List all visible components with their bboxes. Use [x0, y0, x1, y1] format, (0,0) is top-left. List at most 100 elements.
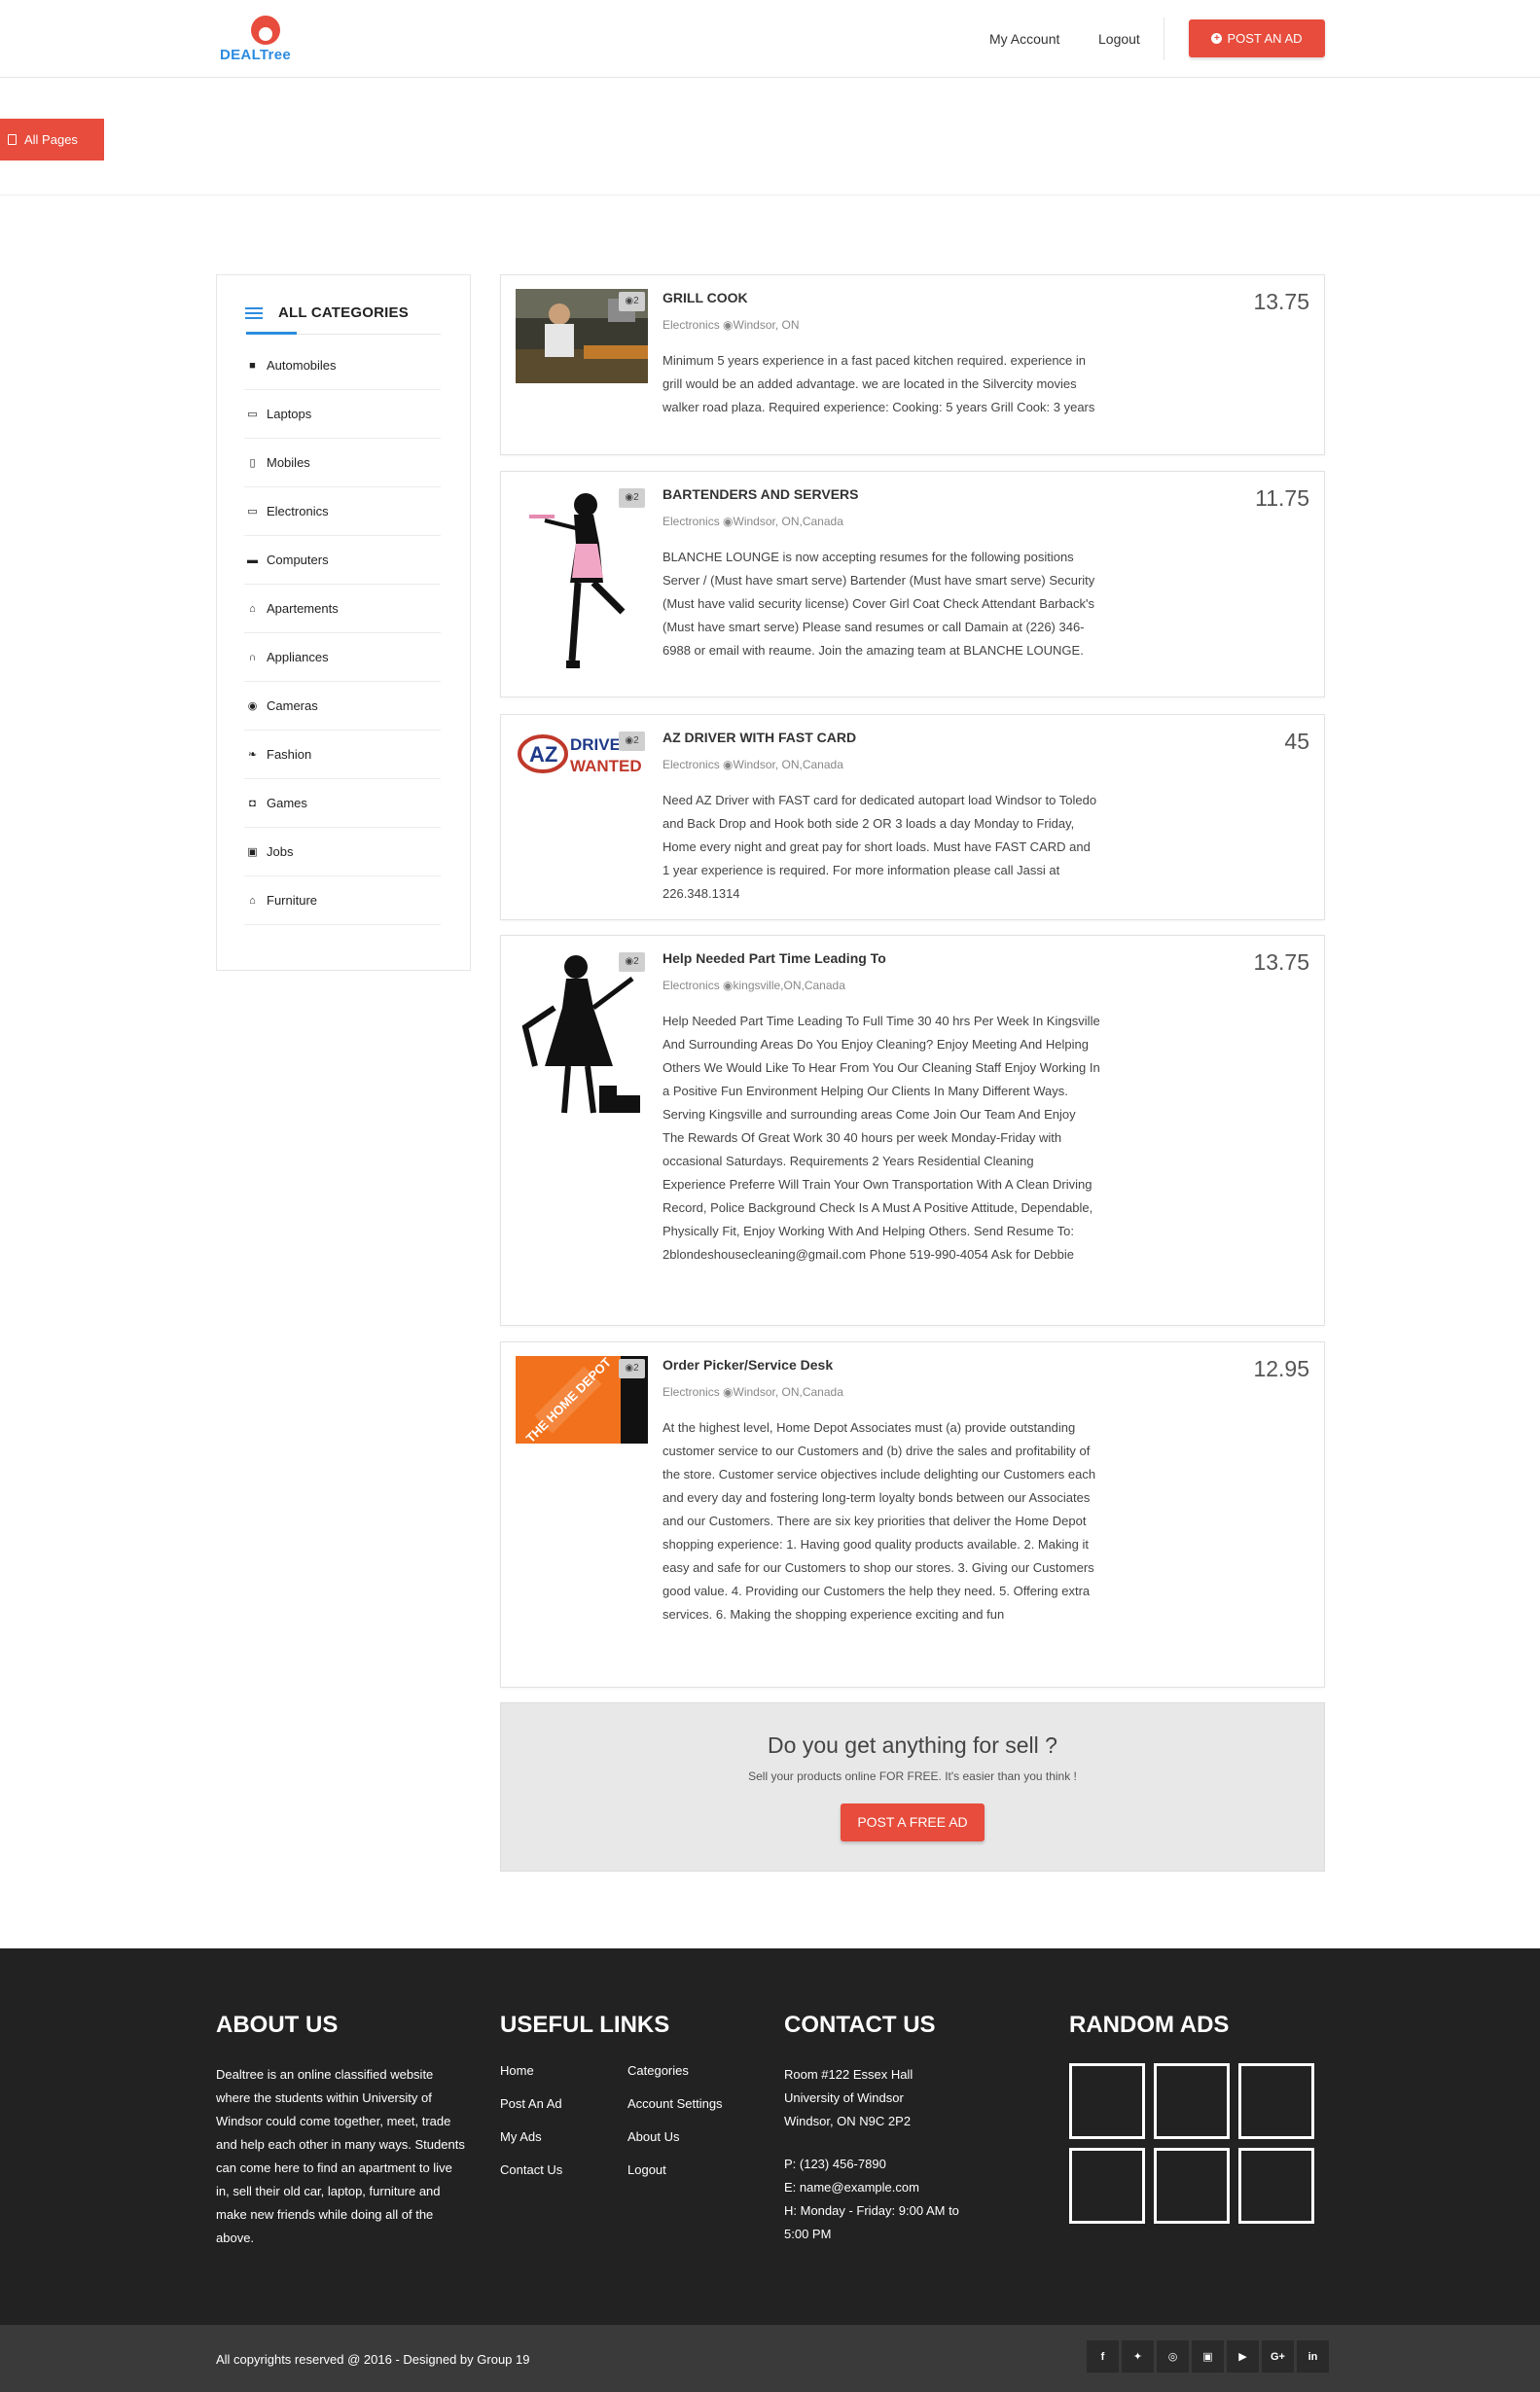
listing-thumbnail[interactable]: ◉2	[516, 289, 648, 383]
listing-thumbnail[interactable]: AZ DRIVE WANTED ◉2	[516, 729, 648, 777]
footer-link-contact[interactable]: Contact Us	[500, 2162, 562, 2196]
category-computers[interactable]: ▬ Computers	[244, 536, 441, 585]
category-appliances[interactable]: ∩ Appliances	[244, 633, 441, 682]
photo-count-badge: ◉2	[619, 488, 645, 508]
contact-phone[interactable]: P: (123) 456-7890	[784, 2153, 959, 2176]
dealtree-logo[interactable]: DEALTree	[220, 14, 313, 64]
about-us-text: Dealtree is an online classified website…	[216, 2067, 465, 2245]
category-label: Jobs	[267, 844, 294, 859]
drive-text: DRIVE	[570, 735, 621, 754]
useful-links-right: Categories Account Settings About Us Log…	[627, 2063, 723, 2196]
useful-links-title: USEFUL LINKS	[500, 2012, 670, 2038]
camera-icon: ◉	[625, 296, 634, 306]
home-icon: ⌂	[249, 602, 256, 615]
listing-title[interactable]: Order Picker/Service Desk	[663, 1357, 833, 1373]
listing-title[interactable]: BARTENDERS AND SERVERS	[663, 486, 858, 502]
random-ads-title: RANDOM ADS	[1069, 2012, 1230, 2038]
footer-link-categories[interactable]: Categories	[627, 2063, 723, 2096]
all-pages-label: All Pages	[24, 132, 78, 147]
cta-subtitle: Sell your products online FOR FREE. It's…	[748, 1769, 1077, 1783]
contact-email[interactable]: E: name@example.com	[784, 2176, 959, 2199]
category-fashion[interactable]: ❧ Fashion	[244, 731, 441, 779]
photo-count-badge: ◉2	[619, 732, 645, 751]
monitor-icon: ▬	[247, 553, 258, 566]
contact-hours: 5:00 PM	[784, 2227, 832, 2241]
logo-text: DEALTree	[220, 47, 291, 63]
category-furniture[interactable]: ⌂ Furniture	[244, 876, 441, 925]
listing-card[interactable]: ◉2 GRILL COOK Electronics ◉Windsor, ON M…	[500, 274, 1325, 455]
listing-card[interactable]: AZ DRIVE WANTED ◉2 AZ DRIVER WITH FAST C…	[500, 714, 1325, 920]
linkedin-icon[interactable]: in	[1297, 2340, 1329, 2373]
az-logo-text: AZ	[529, 742, 557, 767]
listing-title[interactable]: Help Needed Part Time Leading To	[663, 950, 886, 966]
logo-mark-icon	[251, 16, 280, 45]
footer-link-my-ads[interactable]: My Ads	[500, 2129, 562, 2162]
footer-link-post-ad[interactable]: Post An Ad	[500, 2096, 562, 2129]
category-games[interactable]: ◘ Games	[244, 779, 441, 828]
category-label: Games	[267, 796, 307, 810]
footer-link-account-settings[interactable]: Account Settings	[627, 2096, 723, 2129]
my-account-link[interactable]: My Account	[989, 31, 1059, 47]
home-icon: ⌂	[249, 894, 256, 907]
category-label: Electronics	[267, 504, 329, 518]
listing-description: Need AZ Driver with FAST card for dedica…	[663, 793, 1097, 901]
listing-price: 13.75	[1253, 289, 1309, 314]
address-line: Room #122 Essex Hall	[784, 2067, 913, 2082]
twitter-icon[interactable]: ✦	[1122, 2340, 1154, 2373]
category-apartements[interactable]: ⌂ Apartements	[244, 585, 441, 633]
youtube-icon[interactable]: ▶	[1227, 2340, 1259, 2373]
random-ad-tile[interactable]	[1154, 2063, 1230, 2139]
listing-thumbnail[interactable]: ◉2	[516, 485, 648, 680]
listing-title[interactable]: AZ DRIVER WITH FAST CARD	[663, 730, 856, 745]
google-plus-icon[interactable]: G+	[1262, 2340, 1294, 2373]
categories-sidebar: ALL CATEGORIES ■ Automobiles ▭ Laptops ▯ Mobi…	[216, 274, 471, 971]
random-ad-tile[interactable]	[1069, 2148, 1145, 2224]
category-jobs[interactable]: ▣ Jobs	[244, 828, 441, 876]
desktop-icon: ▭	[247, 506, 258, 518]
random-ad-tile[interactable]	[1238, 2148, 1314, 2224]
dribbble-icon[interactable]: ◎	[1157, 2340, 1189, 2373]
category-label: Furniture	[267, 893, 318, 908]
headphones-icon: ∩	[248, 651, 257, 663]
post-ad-button[interactable]: + POST AN AD	[1189, 19, 1325, 57]
category-automobiles[interactable]: ■ Automobiles	[244, 341, 441, 390]
listing-price: 45	[1284, 729, 1309, 754]
logout-link[interactable]: Logout	[1098, 31, 1140, 47]
category-label: Fashion	[267, 747, 312, 762]
listing-card[interactable]: ◉2 Help Needed Part Time Leading To Elec…	[500, 935, 1325, 1326]
listing-meta: Electronics ◉Windsor, ON,Canada	[663, 1385, 843, 1399]
footer-link-logout[interactable]: Logout	[627, 2162, 723, 2196]
random-ad-tile[interactable]	[1069, 2063, 1145, 2139]
facebook-icon[interactable]: f	[1087, 2340, 1119, 2373]
bartender-photo	[516, 485, 648, 680]
listing-description: Help Needed Part Time Leading To Full Ti…	[663, 1014, 1100, 1262]
laptop-icon: ▭	[247, 409, 258, 420]
listing-thumbnail[interactable]: ◉2	[516, 949, 648, 1123]
footer-link-home[interactable]: Home	[500, 2063, 562, 2096]
listing-title[interactable]: GRILL COOK	[663, 290, 748, 305]
listing-description: At the highest level, Home Depot Associa…	[663, 1420, 1096, 1622]
social-links: f ✦ ◎ ▣ ▶ G+ in	[1087, 2340, 1329, 2373]
camera-icon: ◉	[625, 492, 634, 503]
category-electronics[interactable]: ▭ Electronics	[244, 487, 441, 536]
photo-count-badge: ◉2	[619, 292, 645, 311]
contact-hours: H: Monday - Friday: 9:00 AM to	[784, 2203, 959, 2218]
category-laptops[interactable]: ▭ Laptops	[244, 390, 441, 439]
footer-link-about[interactable]: About Us	[627, 2129, 723, 2162]
leaf-icon: ❧	[247, 749, 258, 761]
listing-thumbnail[interactable]: THE HOME DEPOT ◉2	[516, 1356, 648, 1444]
category-mobiles[interactable]: ▯ Mobiles	[244, 439, 441, 487]
random-ad-tile[interactable]	[1238, 2063, 1314, 2139]
listing-meta: Electronics ◉Windsor, ON,Canada	[663, 515, 843, 528]
category-cameras[interactable]: ◉ Cameras	[244, 682, 441, 731]
camera-icon: ◉	[625, 1363, 634, 1374]
random-ads-grid	[1069, 2063, 1316, 2224]
listing-card[interactable]: ◉2 BARTENDERS AND SERVERS Electronics ◉W…	[500, 471, 1325, 697]
gamepad-icon: ◘	[249, 797, 256, 809]
random-ad-tile[interactable]	[1154, 2148, 1230, 2224]
listing-card[interactable]: THE HOME DEPOT ◉2 Order Picker/Service D…	[500, 1341, 1325, 1688]
post-free-ad-button[interactable]: POST A FREE AD	[841, 1803, 985, 1841]
flickr-icon[interactable]: ▣	[1192, 2340, 1224, 2373]
all-pages-button[interactable]: All Pages	[0, 119, 104, 161]
wanted-text: WANTED	[570, 757, 642, 775]
